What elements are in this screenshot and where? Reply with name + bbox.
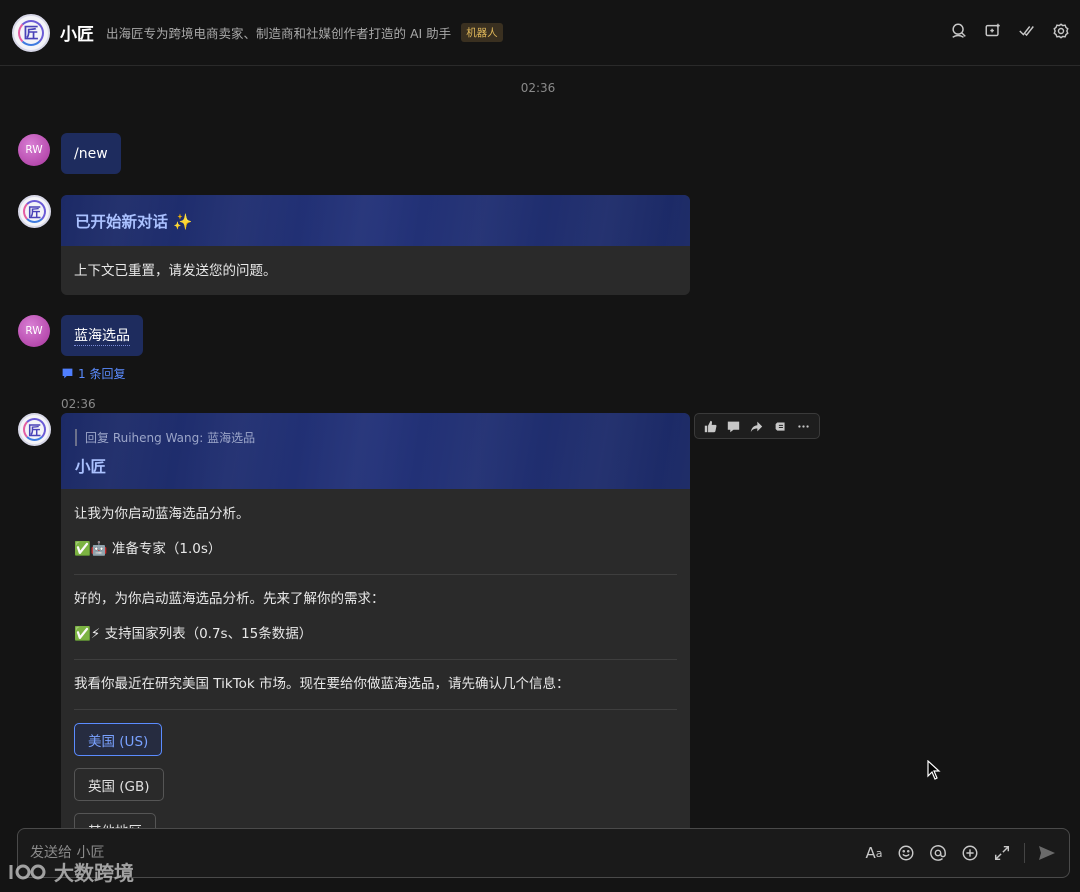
- reply-count: 1 条回复: [78, 367, 126, 381]
- chat-header: 匠 小匠 出海匠专为跨境电商卖家、制造商和社媒创作者打造的 AI 助手 机器人: [0, 0, 1080, 66]
- chat-description: 出海匠专为跨境电商卖家、制造商和社媒创作者打造的 AI 助手: [106, 26, 452, 41]
- mention-icon[interactable]: [928, 843, 948, 863]
- user-message-bubble: /new: [61, 133, 121, 174]
- bot-avatar[interactable]: 匠: [18, 413, 51, 446]
- bot-avatar-glyph: 匠: [23, 24, 39, 42]
- bot-avatar[interactable]: 匠: [18, 195, 51, 228]
- divider: [74, 709, 677, 710]
- pin-icon[interactable]: [771, 417, 789, 435]
- watermark: 大数跨境: [8, 857, 134, 886]
- option-other-button[interactable]: 其他地区: [74, 813, 156, 828]
- card-body: 上下文已重置，请发送您的问题。: [61, 246, 690, 281]
- chat-title[interactable]: 小匠: [60, 20, 94, 45]
- comment-icon[interactable]: [725, 417, 743, 435]
- thread-reply-link[interactable]: 1 条回复: [61, 365, 125, 382]
- more-icon[interactable]: [794, 417, 812, 435]
- bot-avatar-glyph: 匠: [27, 206, 41, 221]
- search-icon[interactable]: [948, 20, 970, 42]
- settings-icon[interactable]: [1050, 20, 1072, 42]
- header-toolbar: [948, 20, 1072, 42]
- message-time: 02:36: [61, 397, 96, 411]
- message-composer: Aa: [17, 828, 1070, 878]
- option-us-button[interactable]: 美国 (US): [74, 723, 163, 756]
- send-icon[interactable]: [1037, 843, 1057, 863]
- user-message-bubble: 蓝海选品: [61, 315, 143, 356]
- card-body: 让我为你启动蓝海选品分析。 ✅🤖 准备专家（1.0s） 好的，为你启动蓝海选品分…: [61, 504, 690, 828]
- card-title: 小匠: [75, 458, 107, 476]
- user-avatar[interactable]: RW: [18, 315, 50, 347]
- card-header: 已开始新对话 ✨: [61, 195, 690, 246]
- user-avatar[interactable]: RW: [18, 134, 50, 166]
- bot-badge: 机器人: [461, 23, 503, 42]
- step-status: ✅🤖 准备专家（1.0s）: [74, 541, 222, 557]
- expand-icon[interactable]: [992, 843, 1012, 863]
- user-message-text: 蓝海选品: [74, 325, 130, 346]
- bot-avatar-glyph: 匠: [27, 424, 41, 439]
- card-text: 上下文已重置，请发送您的问题。: [74, 263, 277, 279]
- card-text: 让我为你启动蓝海选品分析。: [74, 506, 250, 522]
- watermark-text: 大数跨境: [54, 861, 134, 885]
- composer-toolbar: Aa: [864, 843, 1057, 863]
- step-status: ✅⚡ 支持国家列表（0.7s、15条数据）: [74, 626, 313, 642]
- watermark-logo-icon: [9, 864, 46, 879]
- mouse-cursor-icon: [927, 760, 941, 780]
- card-text: 我看你最近在研究美国 TikTok 市场。现在要给你做蓝海选品，请先确认几个信息…: [74, 676, 570, 692]
- new-chat-icon[interactable]: [982, 20, 1004, 42]
- bot-message-card: 已开始新对话 ✨ 上下文已重置，请发送您的问题。: [61, 195, 690, 295]
- emoji-icon[interactable]: [896, 843, 916, 863]
- card-text: 好的，为你启动蓝海选品分析。先来了解你的需求：: [74, 591, 385, 607]
- card-header: 回复 Ruiheng Wang: 蓝海选品 小匠: [61, 413, 690, 489]
- comment-icon: [62, 368, 73, 379]
- forward-icon[interactable]: [748, 417, 766, 435]
- font-icon[interactable]: Aa: [864, 843, 884, 863]
- reply-quote: 回复 Ruiheng Wang: 蓝海选品: [75, 429, 676, 446]
- check-icon[interactable]: [1016, 20, 1038, 42]
- timestamp: 02:36: [520, 81, 556, 95]
- message-input[interactable]: [30, 845, 864, 861]
- thumbs-up-icon[interactable]: [702, 417, 720, 435]
- bot-message-card: 回复 Ruiheng Wang: 蓝海选品 小匠 让我为你启动蓝海选品分析。 ✅…: [61, 413, 690, 828]
- add-icon[interactable]: [960, 843, 980, 863]
- divider: [74, 659, 677, 660]
- card-title: 已开始新对话 ✨: [75, 213, 193, 231]
- toolbar-separator: [1024, 843, 1025, 863]
- bot-avatar[interactable]: 匠: [12, 13, 50, 52]
- option-gb-button[interactable]: 英国 (GB): [74, 768, 164, 801]
- message-action-bar: [694, 413, 820, 439]
- divider: [74, 574, 677, 575]
- option-list: 美国 (US): [74, 723, 677, 756]
- user-message-text: /new: [74, 145, 108, 162]
